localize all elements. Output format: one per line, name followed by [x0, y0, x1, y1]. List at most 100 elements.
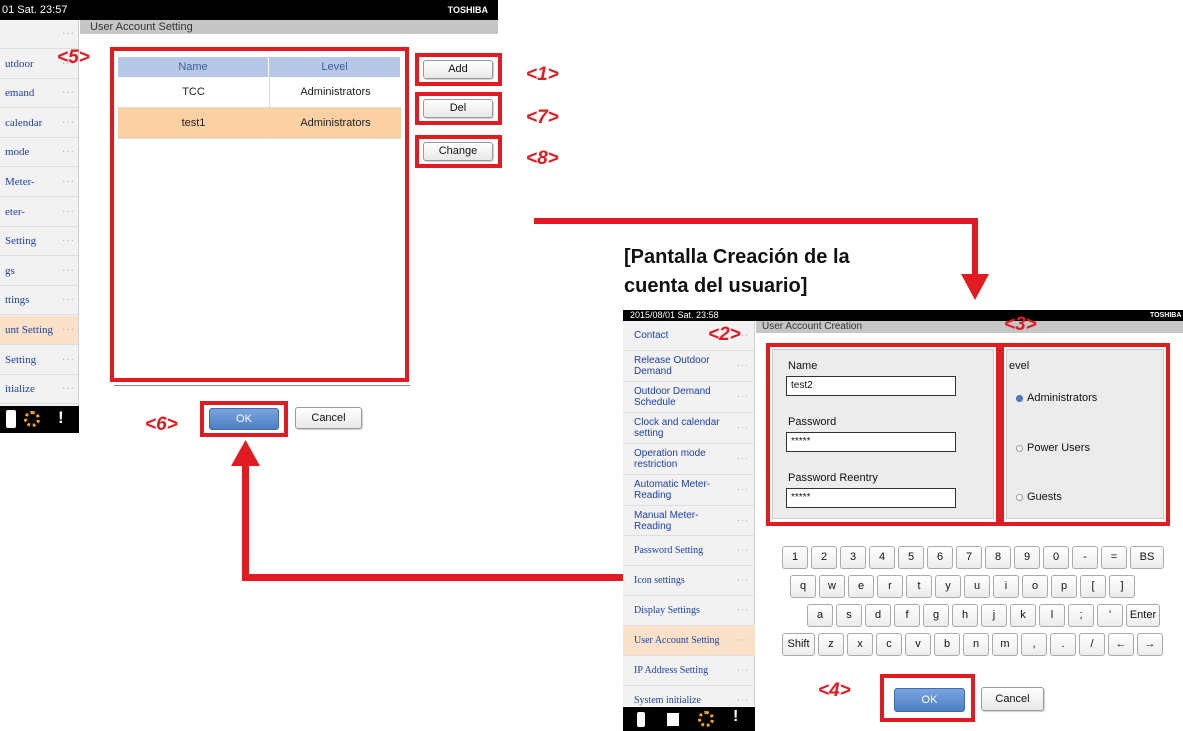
key-3-6[interactable]: n [963, 633, 989, 656]
sun-icon[interactable] [24, 411, 40, 427]
right-sidebar-item-label: IP Address Setting [634, 665, 709, 676]
password-input[interactable]: ***** [786, 432, 956, 452]
left-sidebar-item[interactable]: calendar ··· [0, 109, 78, 138]
key-1-6[interactable]: u [964, 575, 990, 598]
left-sidebar: ··· utdoor ··· emand ··· calendar ··· mode ··· Me… [0, 20, 79, 431]
key-0-6[interactable]: 7 [956, 546, 982, 569]
right-sidebar-item[interactable]: User Account Setting ··· [623, 626, 755, 656]
right-sidebar-item[interactable]: IP Address Setting ··· [623, 656, 755, 686]
key-1-7[interactable]: i [993, 575, 1019, 598]
right-sidebar-item[interactable]: Clock and calendar setting ··· [623, 413, 755, 444]
left-sidebar-item[interactable]: ttings ··· [0, 286, 78, 316]
key-3-1[interactable]: z [818, 633, 844, 656]
key-0-7[interactable]: 8 [985, 546, 1011, 569]
key-3-8[interactable]: , [1021, 633, 1047, 656]
right-sidebar-item[interactable]: Operation mode restriction ··· [623, 444, 755, 475]
name-input[interactable]: test2 [786, 376, 956, 396]
key-2-1[interactable]: s [836, 604, 862, 627]
key-0-10[interactable]: - [1072, 546, 1098, 569]
key-2-10[interactable]: ' [1097, 604, 1123, 627]
key-2-0[interactable]: a [807, 604, 833, 627]
alert-icon[interactable]: ! [733, 708, 738, 726]
key-0-2[interactable]: 3 [840, 546, 866, 569]
book-icon[interactable] [667, 713, 679, 726]
key-3-10[interactable]: / [1079, 633, 1105, 656]
key-1-9[interactable]: p [1051, 575, 1077, 598]
key-0-12[interactable]: BS [1130, 546, 1164, 569]
more-dots-icon: ··· [62, 384, 75, 396]
left-sidebar-item[interactable]: gs ··· [0, 257, 78, 286]
change-button[interactable]: Change [423, 142, 493, 161]
key-2-2[interactable]: d [865, 604, 891, 627]
left-sidebar-item[interactable]: itialize ··· [0, 375, 78, 405]
key-0-8[interactable]: 9 [1014, 546, 1040, 569]
key-2-7[interactable]: k [1010, 604, 1036, 627]
key-2-5[interactable]: h [952, 604, 978, 627]
key-1-3[interactable]: r [877, 575, 903, 598]
cancel-button-left[interactable]: Cancel [295, 407, 362, 429]
add-button[interactable]: Add [423, 60, 493, 79]
key-3-7[interactable]: m [992, 633, 1018, 656]
cancel-button-right[interactable]: Cancel [981, 687, 1044, 711]
right-sidebar-item[interactable]: Outdoor Demand Schedule ··· [623, 382, 755, 413]
right-sidebar-item[interactable]: Password Setting ··· [623, 536, 755, 566]
table-divider [114, 385, 410, 386]
key-1-11[interactable]: ] [1109, 575, 1135, 598]
key-0-4[interactable]: 5 [898, 546, 924, 569]
ok-button-left[interactable]: OK [209, 408, 279, 430]
right-sidebar-item[interactable]: Automatic Meter-Reading ··· [623, 475, 755, 506]
heading-line-2: cuenta del usuario] [624, 275, 808, 297]
key-1-10[interactable]: [ [1080, 575, 1106, 598]
key-2-6[interactable]: j [981, 604, 1007, 627]
key-1-0[interactable]: q [790, 575, 816, 598]
key-3-2[interactable]: x [847, 633, 873, 656]
key-2-11[interactable]: Enter [1126, 604, 1160, 627]
left-sidebar-item[interactable]: eter- ··· [0, 198, 78, 227]
right-sidebar-item[interactable]: Icon settings ··· [623, 566, 755, 596]
key-0-5[interactable]: 6 [927, 546, 953, 569]
key-0-11[interactable]: = [1101, 546, 1127, 569]
key-2-3[interactable]: f [894, 604, 920, 627]
left-sidebar-item[interactable]: ··· [0, 20, 78, 49]
key-3-5[interactable]: b [934, 633, 960, 656]
key-3-12[interactable]: → [1137, 633, 1163, 656]
right-sidebar-item[interactable]: Manual Meter-Reading ··· [623, 506, 755, 536]
key-0-9[interactable]: 0 [1043, 546, 1069, 569]
radio-guests[interactable]: Guests [1016, 491, 1062, 503]
del-button[interactable]: Del [423, 99, 493, 118]
right-sidebar-item[interactable]: Release Outdoor Demand ··· [623, 351, 755, 382]
sun-icon[interactable] [698, 711, 714, 727]
left-sidebar-item[interactable]: unt Setting ··· [0, 316, 78, 345]
key-0-1[interactable]: 2 [811, 546, 837, 569]
left-sidebar-item[interactable]: Meter- ··· [0, 168, 78, 197]
alert-icon[interactable]: ! [58, 408, 64, 428]
key-1-5[interactable]: y [935, 575, 961, 598]
radio-power-users[interactable]: Power Users [1016, 442, 1090, 454]
key-0-3[interactable]: 4 [869, 546, 895, 569]
key-1-8[interactable]: o [1022, 575, 1048, 598]
key-2-4[interactable]: g [923, 604, 949, 627]
ok-button-right[interactable]: OK [894, 688, 965, 712]
key-3-3[interactable]: c [876, 633, 902, 656]
hand-icon[interactable] [6, 410, 16, 428]
key-1-2[interactable]: e [848, 575, 874, 598]
left-sidebar-item[interactable]: mode ··· [0, 138, 78, 168]
radio-administrators[interactable]: Administrators [1016, 392, 1097, 404]
key-3-0[interactable]: Shift [782, 633, 815, 656]
key-1-1[interactable]: w [819, 575, 845, 598]
key-0-0[interactable]: 1 [782, 546, 808, 569]
key-3-11[interactable]: ← [1108, 633, 1134, 656]
password-reentry-input[interactable]: ***** [786, 488, 956, 508]
hand-icon[interactable] [637, 712, 645, 727]
key-2-9[interactable]: ; [1068, 604, 1094, 627]
key-1-4[interactable]: t [906, 575, 932, 598]
arrow-bottom-vertical [242, 462, 249, 581]
right-sidebar-item[interactable]: Display Settings ··· [623, 596, 755, 626]
key-3-4[interactable]: v [905, 633, 931, 656]
key-3-9[interactable]: . [1050, 633, 1076, 656]
more-dots-icon: ··· [62, 206, 75, 218]
key-2-8[interactable]: l [1039, 604, 1065, 627]
left-sidebar-item[interactable]: emand ··· [0, 79, 78, 109]
left-sidebar-item[interactable]: Setting ··· [0, 346, 78, 375]
left-sidebar-item[interactable]: Setting ··· [0, 227, 78, 257]
